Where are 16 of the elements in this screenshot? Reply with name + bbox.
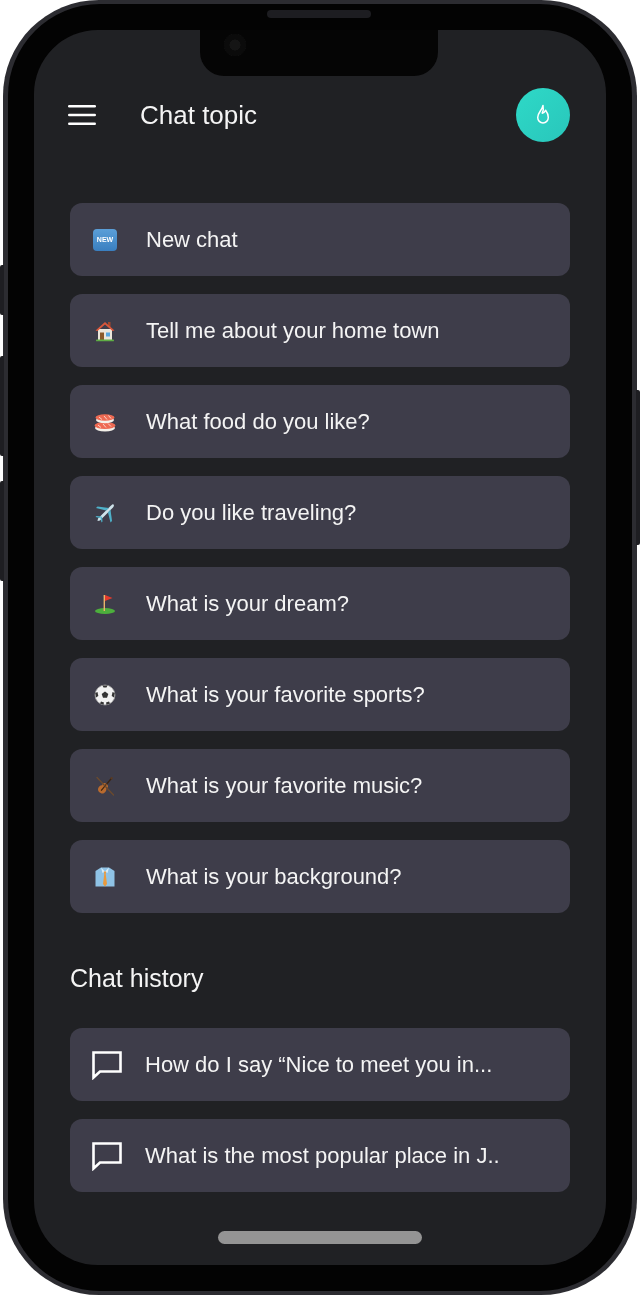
topic-button[interactable]: Do you like traveling? — [70, 476, 570, 549]
history-item[interactable]: How do I say “Nice to meet you in... — [70, 1028, 570, 1101]
chat-bubble-icon — [91, 1049, 123, 1080]
topic-button[interactable]: What is your favorite music? — [70, 749, 570, 822]
soccer-ball-icon — [93, 682, 117, 707]
menu-icon[interactable] — [68, 105, 96, 125]
topic-button[interactable]: What is your favorite sports? — [70, 658, 570, 731]
section-heading: Chat history — [70, 963, 204, 993]
topic-button[interactable]: What is your background? — [70, 840, 570, 913]
topic-button[interactable]: What is your dream? — [70, 567, 570, 640]
screen-title: Chat topic — [140, 99, 258, 131]
flame-button[interactable] — [516, 88, 570, 142]
topic-button[interactable]: Tell me about your home town — [70, 294, 570, 367]
chat-bubble-icon — [91, 1140, 123, 1171]
topic-button[interactable]: What food do you like? — [70, 385, 570, 458]
history-item[interactable]: What is the most popular place in J.. — [70, 1119, 570, 1192]
